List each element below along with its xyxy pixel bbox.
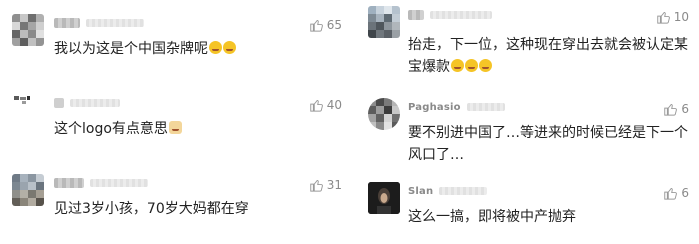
like-button[interactable]: 31 (309, 178, 342, 192)
comment-body: 见过3岁小孩，70岁大妈都在穿 (54, 201, 249, 217)
username-blurred[interactable] (408, 10, 424, 20)
comment-text: 要不别进中国了…等进来的时候已经是下一个风口了… (408, 122, 693, 166)
comment-body: 这个logo有点意思 (54, 121, 168, 137)
comment-text: 我以为这是个中国杂牌呢 (54, 38, 236, 60)
avatar[interactable] (12, 14, 44, 46)
thumbs-up-icon (664, 187, 678, 200)
comment-text: 见过3岁小孩，70岁大妈都在穿 (54, 198, 249, 220)
like-button[interactable]: 65 (309, 18, 342, 32)
location-blurred (466, 103, 505, 111)
comment-meta (408, 8, 492, 22)
comment-item: Paghasio 要不别进中国了…等进来的时候已经是下一个风口了… 6 (352, 98, 699, 168)
location-blurred (70, 99, 120, 107)
username-blurred[interactable] (54, 98, 64, 108)
comment-item: 我以为这是个中国杂牌呢 65 (0, 14, 352, 74)
username-blurred[interactable] (54, 178, 84, 188)
like-button[interactable]: 10 (656, 10, 689, 24)
location-blurred (430, 11, 492, 19)
comment-body: 我以为这是个中国杂牌呢 (54, 41, 208, 57)
avatar[interactable] (12, 174, 44, 206)
comment-item: 见过3岁小孩，70岁大妈都在穿 31 (0, 174, 352, 234)
comment-text: 抬走，下一位，这种现在穿出去就会被认定某宝爆款 (408, 34, 693, 78)
comment-item: 抬走，下一位，这种现在穿出去就会被认定某宝爆款 10 (352, 6, 699, 84)
avatar[interactable] (368, 98, 400, 130)
comment-text: 这个logo有点意思 (54, 118, 182, 140)
thinking-face-icon (465, 59, 478, 72)
thumbs-up-icon (309, 19, 323, 32)
grin-sweat-icon (209, 41, 222, 54)
comment-item: 这个logo有点意思 40 (0, 94, 352, 154)
location-blurred (439, 187, 488, 195)
cat-face-icon (168, 121, 182, 134)
thinking-face-icon (479, 59, 492, 72)
comment-text: 这么一搞，即将被中产抛弃 (408, 206, 693, 228)
comment-meta: Slan (408, 184, 488, 198)
like-count: 10 (673, 10, 689, 24)
username[interactable]: Slan (408, 186, 433, 197)
like-count: 6 (681, 102, 689, 116)
comment-meta (54, 96, 120, 110)
like-count: 6 (681, 186, 689, 200)
thumbs-up-icon (309, 99, 323, 112)
like-count: 40 (326, 98, 342, 112)
comment-body: 这么一搞，即将被中产抛弃 (408, 209, 576, 225)
comment-meta (54, 16, 144, 30)
thinking-face-icon (451, 59, 464, 72)
like-count: 31 (326, 178, 342, 192)
comment-body: 要不别进中国了…等进来的时候已经是下一个风口了… (408, 125, 688, 163)
like-button[interactable]: 6 (663, 102, 689, 116)
location-blurred (86, 19, 144, 27)
thumbs-up-icon (309, 179, 323, 192)
like-button[interactable]: 6 (663, 186, 689, 200)
like-button[interactable]: 40 (309, 98, 342, 112)
comment-meta: Paghasio (408, 100, 505, 114)
username-blurred[interactable] (54, 18, 80, 28)
comment-body: 抬走，下一位，这种现在穿出去就会被认定某宝爆款 (408, 37, 688, 75)
location-blurred (90, 179, 148, 187)
grin-sweat-icon (223, 41, 236, 54)
like-count: 65 (326, 18, 342, 32)
avatar[interactable] (368, 182, 400, 214)
avatar[interactable] (12, 94, 44, 126)
comment-item: Slan 这么一搞，即将被中产抛弃 6 (352, 182, 699, 240)
avatar[interactable] (368, 6, 400, 38)
thumbs-up-icon (656, 11, 670, 24)
thumbs-up-icon (664, 103, 678, 116)
username[interactable]: Paghasio (408, 102, 461, 113)
comment-meta (54, 176, 148, 190)
